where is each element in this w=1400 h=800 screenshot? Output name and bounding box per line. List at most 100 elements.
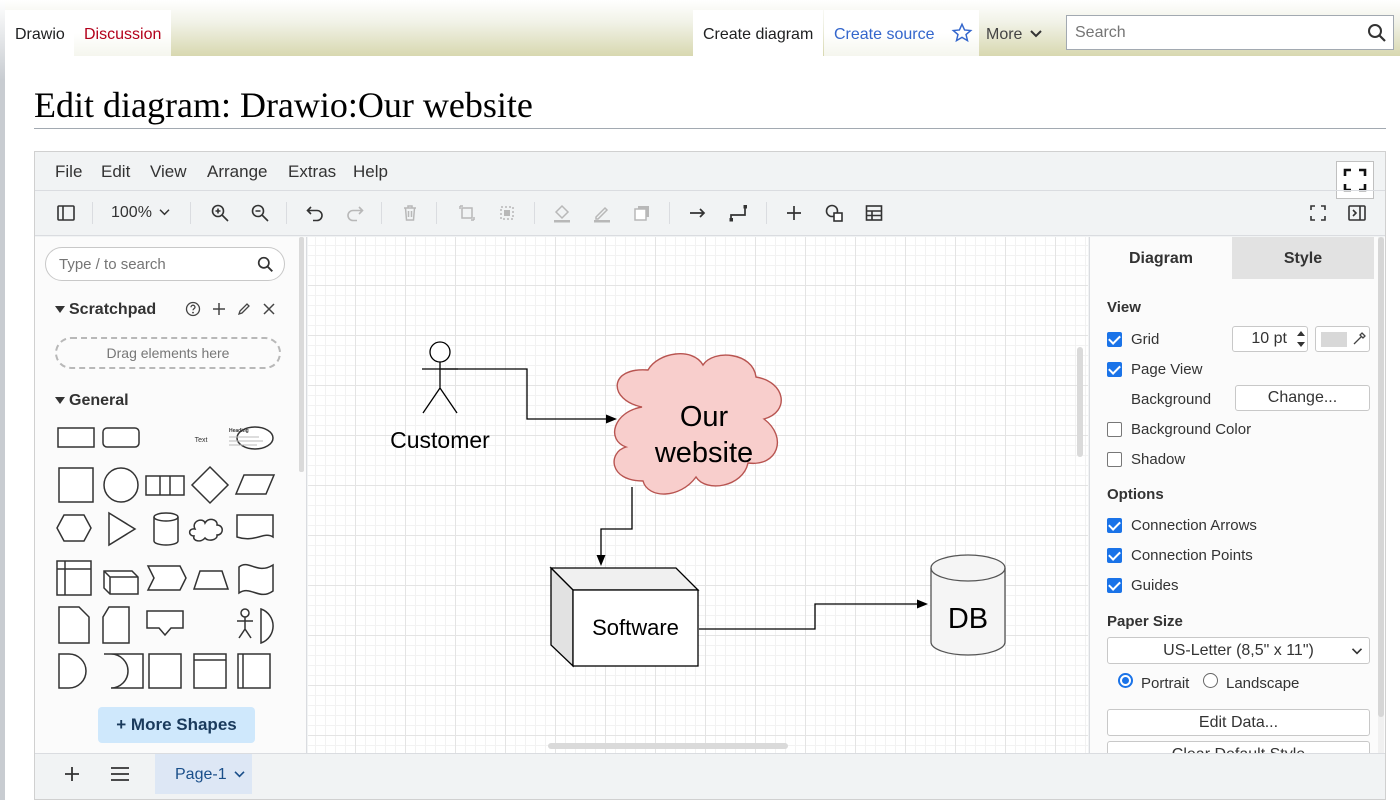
drawio-editor: File Edit View Arrange Extras Help 100% xyxy=(34,151,1386,800)
search-input[interactable] xyxy=(1067,16,1357,49)
palette-text-label: Text xyxy=(195,437,208,444)
general-header[interactable]: General xyxy=(55,392,129,410)
close-icon[interactable] xyxy=(261,301,277,317)
shape-palette[interactable]: Text Heading xyxy=(53,419,283,694)
tab-style[interactable]: Style xyxy=(1232,237,1374,279)
paper-size-select[interactable]: US-Letter (8,5" x 11") xyxy=(1107,637,1370,664)
collapse-panel-icon[interactable] xyxy=(1345,201,1369,225)
tab-create-source[interactable]: Create source xyxy=(824,10,945,56)
to-front-icon[interactable] xyxy=(455,201,479,225)
delete-icon[interactable] xyxy=(398,201,422,225)
connection-arrow-icon[interactable] xyxy=(686,201,710,225)
redo-icon[interactable] xyxy=(343,201,367,225)
waypoints-icon[interactable] xyxy=(726,201,750,225)
zoom-out-icon[interactable] xyxy=(248,201,272,225)
guides-checkbox[interactable] xyxy=(1107,578,1122,593)
tab-diagram[interactable]: Diagram xyxy=(1090,237,1232,279)
menu-arrange[interactable]: Arrange xyxy=(207,162,267,182)
add-page-icon[interactable] xyxy=(63,765,81,783)
watch-star-icon[interactable] xyxy=(945,10,979,56)
scratchpad-dropzone[interactable]: Drag elements here xyxy=(55,337,281,369)
shadow-icon[interactable] xyxy=(630,201,654,225)
insert-plus-icon[interactable] xyxy=(782,201,806,225)
search-icon[interactable] xyxy=(257,256,274,273)
clear-default-style-button[interactable]: Clear Default Style xyxy=(1107,741,1370,753)
wiki-search xyxy=(1066,15,1394,50)
canvas-horizontal-scrollbar[interactable] xyxy=(548,743,788,749)
help-icon[interactable] xyxy=(185,301,201,317)
portrait-label: Portrait xyxy=(1141,675,1190,692)
website-label-line2: website xyxy=(654,437,754,469)
customer-actor[interactable] xyxy=(422,341,458,414)
toolbar: 100% xyxy=(35,190,1385,236)
fullscreen-small-icon[interactable] xyxy=(1306,201,1330,225)
shape-search-input[interactable] xyxy=(46,248,246,280)
triangle-down-icon xyxy=(55,306,65,313)
portrait-radio[interactable] xyxy=(1118,673,1133,688)
grid-label: Grid xyxy=(1131,331,1160,348)
zoom-in-icon[interactable] xyxy=(208,201,232,225)
background-label: Background xyxy=(1131,391,1212,408)
connection-points-checkbox[interactable] xyxy=(1107,548,1122,563)
triangle-down-icon xyxy=(55,397,65,404)
shadow-checkbox[interactable] xyxy=(1107,452,1122,467)
to-back-icon[interactable] xyxy=(495,201,519,225)
undo-icon[interactable] xyxy=(303,201,327,225)
edit-pencil-icon[interactable] xyxy=(236,301,252,317)
view-section-title: View xyxy=(1107,299,1141,316)
db-label: DB xyxy=(947,603,989,635)
fill-color-icon[interactable] xyxy=(550,201,574,225)
format-panel-toggle-icon[interactable] xyxy=(54,201,78,225)
paper-size-value: US-Letter (8,5" x 11") xyxy=(1163,642,1314,659)
more-label: More xyxy=(986,26,1023,43)
format-panel: Diagram Style View Grid 10 pt Page View … xyxy=(1089,237,1385,753)
page-tab-label: Page-1 xyxy=(175,766,227,783)
tab-create-diagram[interactable]: Create diagram xyxy=(693,10,824,56)
scratchpad-title: Scratchpad xyxy=(69,301,157,318)
zoom-value: 100% xyxy=(111,204,152,221)
more-menu[interactable]: More xyxy=(986,26,1042,44)
shapes-icon[interactable] xyxy=(822,201,846,225)
search-icon[interactable] xyxy=(1367,23,1387,43)
pages-menu-icon[interactable] xyxy=(110,765,130,783)
tab-discussion[interactable]: Discussion xyxy=(74,10,172,56)
page-view-checkbox[interactable] xyxy=(1107,362,1122,377)
line-color-icon[interactable] xyxy=(590,201,614,225)
table-icon[interactable] xyxy=(862,201,886,225)
connection-arrows-checkbox[interactable] xyxy=(1107,518,1122,533)
menu-help[interactable]: Help xyxy=(353,162,388,182)
background-color-checkbox[interactable] xyxy=(1107,422,1122,437)
scratchpad-header[interactable]: Scratchpad xyxy=(55,301,156,319)
shape-search xyxy=(45,247,285,281)
edit-data-button[interactable]: Edit Data... xyxy=(1107,709,1370,736)
title-divider xyxy=(34,128,1386,129)
background-color-label: Background Color xyxy=(1131,421,1252,438)
page-tab[interactable]: Page-1 xyxy=(155,754,252,794)
grid-checkbox[interactable] xyxy=(1107,332,1122,347)
zoom-dropdown[interactable]: 100% xyxy=(111,204,170,222)
panel-scrollbar[interactable] xyxy=(299,237,304,472)
fullscreen-icon xyxy=(1343,168,1367,192)
canvas-vertical-scrollbar[interactable] xyxy=(1077,347,1083,457)
format-panel-scrollbar[interactable] xyxy=(1378,237,1384,753)
stepper-icon[interactable] xyxy=(1295,327,1307,351)
eyedropper-icon xyxy=(1353,332,1366,345)
edge-website-to-software xyxy=(600,487,633,559)
diagram-canvas[interactable]: Customer Our website Software DB xyxy=(308,237,1088,753)
landscape-radio[interactable] xyxy=(1203,673,1218,688)
menu-view[interactable]: View xyxy=(150,162,187,182)
chevron-down-icon xyxy=(1030,30,1042,38)
more-shapes-button[interactable]: + More Shapes xyxy=(98,707,255,743)
edge-customer-to-website xyxy=(441,368,611,420)
shadow-label: Shadow xyxy=(1131,451,1186,468)
grid-color-button[interactable] xyxy=(1315,326,1370,352)
menu-edit[interactable]: Edit xyxy=(101,162,130,182)
add-icon[interactable] xyxy=(211,301,227,317)
tab-drawio[interactable]: Drawio xyxy=(5,10,75,56)
landscape-label: Landscape xyxy=(1226,675,1300,692)
page-title: Edit diagram: Drawio:Our website xyxy=(34,85,533,125)
arrowhead xyxy=(606,414,617,424)
change-background-button[interactable]: Change... xyxy=(1235,385,1370,411)
menu-extras[interactable]: Extras xyxy=(288,162,336,182)
menu-file[interactable]: File xyxy=(55,162,82,182)
